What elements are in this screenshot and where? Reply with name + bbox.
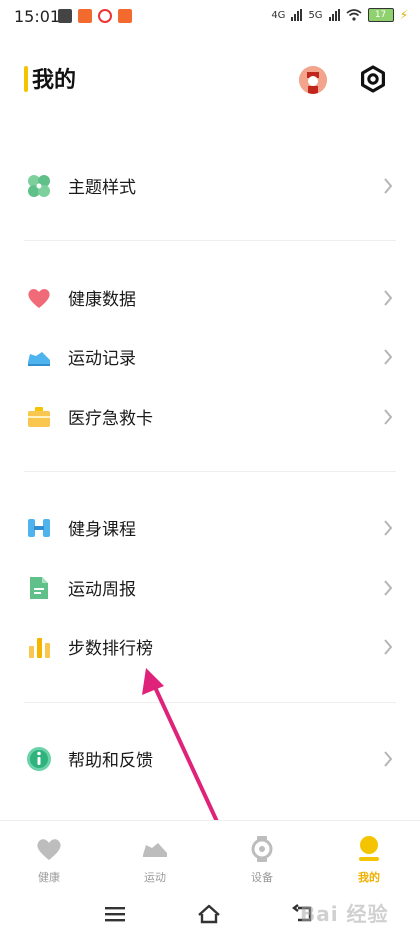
bottom-tab-bar: 健康 运动 设备 我的 xyxy=(0,820,420,891)
divider xyxy=(24,702,396,703)
clover-icon xyxy=(28,175,50,197)
status-bar: 15:01 4G 5G 17 ⚡ xyxy=(0,0,420,34)
header: 我的 xyxy=(0,58,420,108)
tab-label: 设备 xyxy=(251,871,273,884)
avatar[interactable] xyxy=(299,66,327,94)
menu-item-sport-record[interactable]: 运动记录 xyxy=(0,328,420,386)
wifi-icon xyxy=(346,9,362,21)
status-right: 4G 5G 17 ⚡ xyxy=(271,8,408,22)
battery-level: 17 xyxy=(374,10,387,20)
menu-item-step-rank[interactable]: 步数排行榜 xyxy=(0,618,420,676)
watch-icon xyxy=(251,836,273,862)
status-time: 15:01 xyxy=(14,7,61,26)
app-notification-icon xyxy=(58,9,72,23)
chevron-right-icon xyxy=(384,520,393,536)
medical-card-icon xyxy=(28,407,50,427)
watermark: Bai 经验 xyxy=(300,902,389,926)
menu-label: 医疗急救卡 xyxy=(68,409,153,429)
charging-icon: ⚡ xyxy=(399,8,408,22)
signal-icon xyxy=(291,9,303,21)
chevron-right-icon xyxy=(384,290,393,306)
title-accent-bar xyxy=(24,66,28,92)
signal-icon xyxy=(328,9,340,21)
sneaker-icon xyxy=(28,352,50,366)
tab-label: 我的 xyxy=(358,871,380,884)
menu-label: 帮助和反馈 xyxy=(68,751,153,771)
menu-label: 运动记录 xyxy=(68,349,136,369)
avatar-image-icon xyxy=(299,66,327,94)
tab-mine[interactable]: 我的 xyxy=(329,821,409,891)
settings-icon[interactable] xyxy=(358,64,388,94)
divider xyxy=(24,471,396,472)
bar-chart-icon xyxy=(29,638,50,658)
menu-icon[interactable] xyxy=(101,902,129,926)
menu-label: 步数排行榜 xyxy=(68,639,153,659)
tab-label: 健康 xyxy=(38,871,60,884)
chevron-right-icon xyxy=(384,409,393,425)
divider xyxy=(24,240,396,241)
menu-item-health-data[interactable]: 健康数据 xyxy=(0,269,420,327)
home-icon[interactable] xyxy=(195,902,223,926)
menu-label: 主题样式 xyxy=(68,178,136,198)
tab-health[interactable]: 健康 xyxy=(9,821,89,891)
chevron-right-icon xyxy=(384,349,393,365)
menu-item-help[interactable]: 帮助和反馈 xyxy=(0,730,420,788)
chevron-right-icon xyxy=(384,580,393,596)
menu-item-medical-card[interactable]: 医疗急救卡 xyxy=(0,388,420,446)
sneaker-tab-icon xyxy=(143,843,167,857)
app-notification-icon xyxy=(118,9,132,23)
menu-label: 健康数据 xyxy=(68,290,136,310)
tab-sport[interactable]: 运动 xyxy=(115,821,195,891)
menu-item-fitness-course[interactable]: 健身课程 xyxy=(0,499,420,557)
network-label-1: 4G xyxy=(271,9,286,21)
report-document-icon xyxy=(30,577,48,599)
battery-icon: 17 xyxy=(367,8,394,22)
weibo-notification-icon xyxy=(98,9,112,23)
chevron-right-icon xyxy=(384,178,393,194)
app-notification-icon xyxy=(78,9,92,23)
menu-label: 健身课程 xyxy=(68,520,136,540)
notification-icons xyxy=(58,9,132,23)
menu-item-theme[interactable]: 主题样式 xyxy=(0,157,420,215)
page-title: 我的 xyxy=(32,68,77,93)
annotation-arrow xyxy=(142,668,222,830)
heart-tab-icon xyxy=(37,839,61,860)
info-icon xyxy=(27,747,51,771)
menu-label: 运动周报 xyxy=(68,580,136,600)
tab-device[interactable]: 设备 xyxy=(222,821,302,891)
tab-label: 运动 xyxy=(144,871,166,884)
person-tab-icon xyxy=(359,836,379,861)
menu-item-weekly-report[interactable]: 运动周报 xyxy=(0,559,420,617)
chevron-right-icon xyxy=(384,751,393,767)
dumbbell-icon xyxy=(28,519,50,537)
heart-icon xyxy=(28,289,50,308)
network-label-2: 5G xyxy=(308,9,323,21)
chevron-right-icon xyxy=(384,639,393,655)
